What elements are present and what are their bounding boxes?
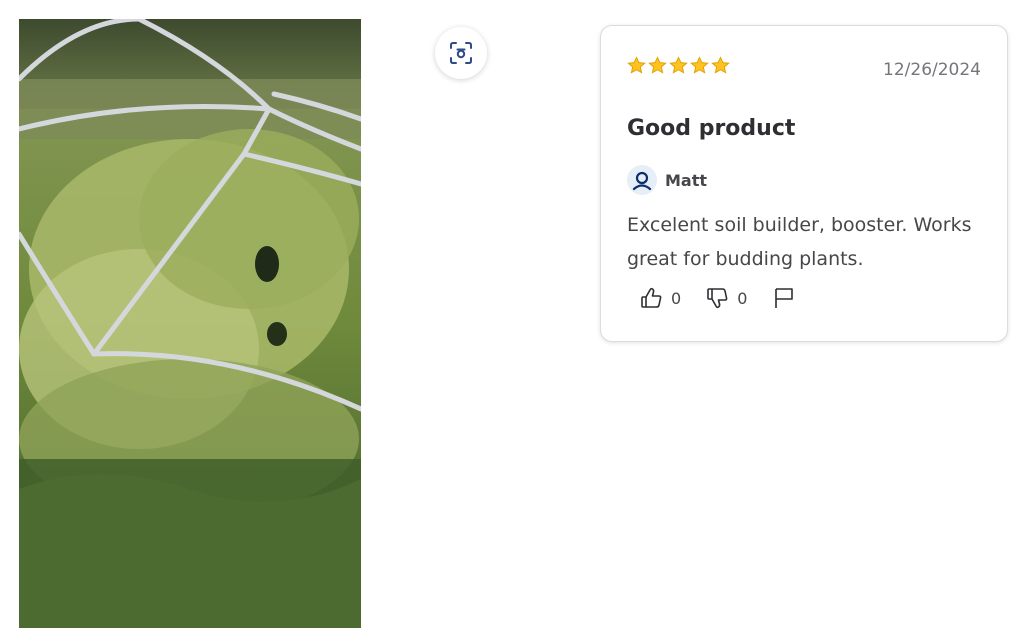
review-author: Matt xyxy=(627,165,707,195)
camera-scan-icon xyxy=(450,42,472,64)
review-card: 12/26/2024 Good product Matt Excelent so… xyxy=(600,25,1008,342)
review-body: Excelent soil builder, booster. Works gr… xyxy=(627,214,972,270)
review-title: Good product xyxy=(627,116,796,141)
star-icon xyxy=(627,56,646,74)
not-helpful-count: 0 xyxy=(737,288,748,308)
review-actions: 0 0 xyxy=(639,285,821,311)
report-button[interactable] xyxy=(771,285,797,311)
avatar xyxy=(627,165,657,195)
not-helpful-button[interactable]: 0 xyxy=(705,285,747,311)
review-date: 12/26/2024 xyxy=(883,60,981,80)
star-icon xyxy=(690,56,709,74)
visual-search-button[interactable] xyxy=(435,27,487,79)
helpful-count: 0 xyxy=(671,288,682,308)
user-icon xyxy=(632,171,652,191)
flag-icon xyxy=(775,288,794,308)
plant-photo-image xyxy=(19,19,361,628)
author-name: Matt xyxy=(665,170,708,190)
star-icon xyxy=(711,56,730,74)
star-icon xyxy=(648,56,667,74)
thumbs-down-icon xyxy=(707,288,728,309)
star-rating xyxy=(627,56,730,75)
review-photo[interactable] xyxy=(19,19,361,628)
thumbs-up-icon xyxy=(641,287,662,308)
helpful-button[interactable]: 0 xyxy=(639,285,681,311)
star-icon xyxy=(669,56,688,74)
